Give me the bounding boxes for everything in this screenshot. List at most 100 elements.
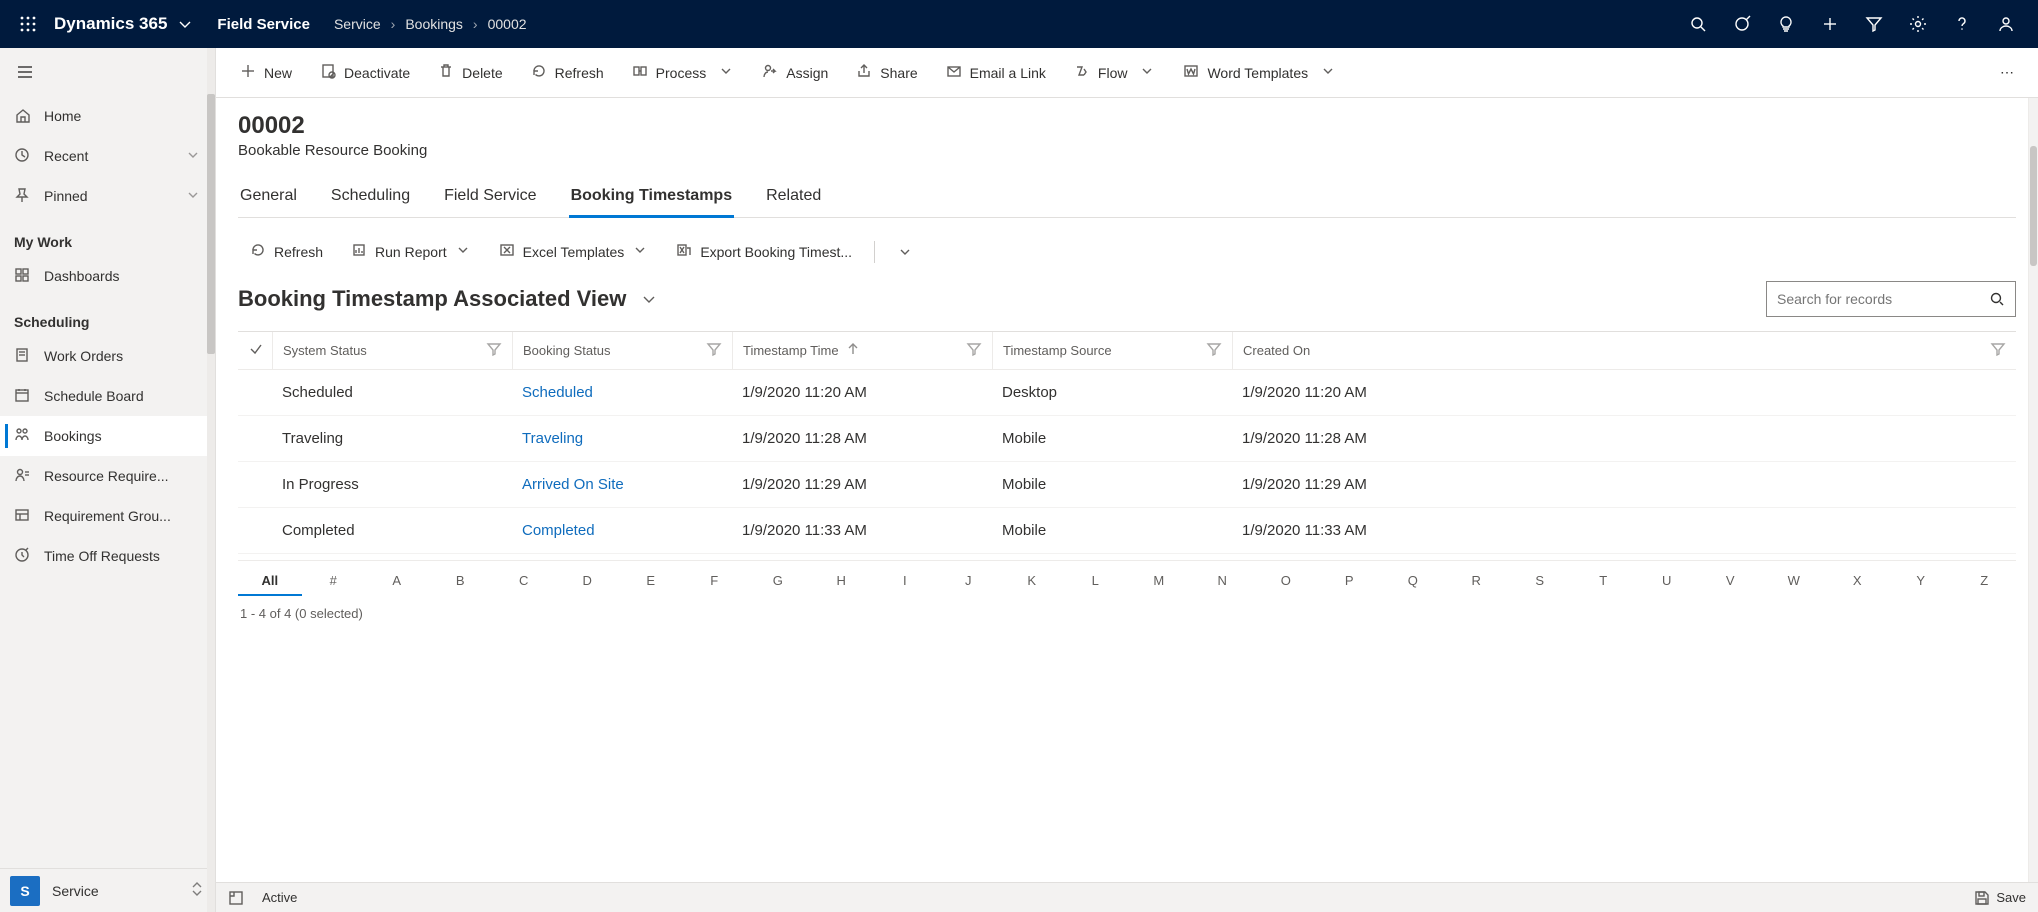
alpha-s[interactable]: S	[1508, 567, 1572, 596]
alpha-z[interactable]: Z	[1953, 567, 2017, 596]
alpha-o[interactable]: O	[1254, 567, 1318, 596]
subgrid-more-button[interactable]	[885, 238, 925, 266]
alpha-m[interactable]: M	[1127, 567, 1191, 596]
alpha-#[interactable]: #	[302, 567, 366, 596]
alpha-q[interactable]: Q	[1381, 567, 1445, 596]
alpha-j[interactable]: J	[937, 567, 1001, 596]
table-row[interactable]: Completed Completed 1/9/2020 11:33 AM Mo…	[238, 508, 2016, 554]
alpha-e[interactable]: E	[619, 567, 683, 596]
sidebar-item-work-orders[interactable]: Work Orders	[0, 336, 215, 376]
popout-icon[interactable]	[228, 890, 244, 906]
column-header-system-status[interactable]: System Status	[272, 332, 512, 369]
product-brand[interactable]: Dynamics 365	[54, 14, 193, 34]
search-button[interactable]	[1676, 0, 1720, 48]
tab-scheduling[interactable]: Scheduling	[329, 181, 412, 217]
tab-field-service[interactable]: Field Service	[442, 181, 538, 217]
alpha-d[interactable]: D	[556, 567, 620, 596]
sidebar-item-home[interactable]: Home	[0, 96, 215, 136]
alpha-y[interactable]: Y	[1889, 567, 1953, 596]
sidebar-item-pinned[interactable]: Pinned	[0, 176, 215, 216]
deactivate-button[interactable]: Deactivate	[308, 57, 422, 88]
alpha-t[interactable]: T	[1572, 567, 1636, 596]
email-a-link-button[interactable]: Email a Link	[934, 57, 1058, 88]
filter-icon[interactable]	[966, 341, 982, 360]
filter-icon[interactable]	[1206, 341, 1222, 360]
alpha-i[interactable]: I	[873, 567, 937, 596]
sidebar-scrollbar[interactable]	[207, 48, 215, 912]
crumb-0[interactable]: Service	[334, 16, 381, 32]
share-button[interactable]: Share	[844, 57, 929, 88]
refresh-button[interactable]: Refresh	[519, 57, 616, 88]
app-switcher[interactable]: S Service	[0, 868, 215, 912]
filter-icon[interactable]	[486, 341, 502, 360]
sidebar-collapse-button[interactable]	[0, 48, 215, 96]
crumb-2[interactable]: 00002	[488, 16, 527, 32]
app-launcher-button[interactable]	[10, 15, 46, 33]
cell-booking-status[interactable]: Completed	[512, 522, 732, 539]
flow-button[interactable]: Flow	[1062, 57, 1168, 88]
alpha-f[interactable]: F	[683, 567, 747, 596]
alpha-w[interactable]: W	[1762, 567, 1826, 596]
alpha-u[interactable]: U	[1635, 567, 1699, 596]
alpha-l[interactable]: L	[1064, 567, 1128, 596]
column-header-timestamp-time[interactable]: Timestamp Time	[732, 332, 992, 369]
task-button[interactable]	[1720, 0, 1764, 48]
alpha-all[interactable]: All	[238, 567, 302, 596]
sidebar-item-time-off-requests[interactable]: Time Off Requests	[0, 536, 215, 576]
assign-button[interactable]: Assign	[750, 57, 840, 88]
word-templates-button[interactable]: Word Templates	[1171, 57, 1348, 88]
tab-booking-timestamps[interactable]: Booking Timestamps	[569, 181, 735, 218]
column-header-timestamp-source[interactable]: Timestamp Source	[992, 332, 1232, 369]
cell-booking-status[interactable]: Traveling	[512, 430, 732, 447]
alpha-b[interactable]: B	[429, 567, 493, 596]
excel-templates-button[interactable]: Excel Templates	[487, 236, 661, 267]
view-picker-chevron-icon[interactable]	[640, 290, 658, 308]
cell-booking-status[interactable]: Arrived On Site	[512, 476, 732, 493]
grid-search-input[interactable]	[1777, 291, 1989, 307]
alpha-v[interactable]: V	[1699, 567, 1763, 596]
sidebar-item-bookings[interactable]: Bookings	[0, 416, 215, 456]
table-row[interactable]: In Progress Arrived On Site 1/9/2020 11:…	[238, 462, 2016, 508]
process-button[interactable]: Process	[620, 57, 747, 88]
help-button[interactable]	[1940, 0, 1984, 48]
settings-button[interactable]	[1896, 0, 1940, 48]
export-booking-timest--button[interactable]: Export Booking Timest...	[664, 236, 864, 267]
app-name[interactable]: Field Service	[217, 16, 310, 33]
column-header-booking-status[interactable]: Booking Status	[512, 332, 732, 369]
alpha-h[interactable]: H	[810, 567, 874, 596]
assistant-button[interactable]	[1764, 0, 1808, 48]
alpha-a[interactable]: A	[365, 567, 429, 596]
content-scrollbar[interactable]	[2028, 98, 2038, 882]
select-all-column[interactable]	[238, 332, 272, 369]
grid-search[interactable]	[1766, 281, 2016, 317]
alpha-p[interactable]: P	[1318, 567, 1382, 596]
filter-icon[interactable]	[706, 341, 722, 360]
alpha-k[interactable]: K	[1000, 567, 1064, 596]
cell-booking-status[interactable]: Scheduled	[512, 384, 732, 401]
sidebar-item-schedule-board[interactable]: Schedule Board	[0, 376, 215, 416]
run-report-button[interactable]: Run Report	[339, 236, 483, 267]
sidebar-item-requirement-grou-[interactable]: Requirement Grou...	[0, 496, 215, 536]
filter-button[interactable]	[1852, 0, 1896, 48]
new-button[interactable]: New	[228, 57, 304, 88]
tab-related[interactable]: Related	[764, 181, 823, 217]
tab-general[interactable]: General	[238, 181, 299, 217]
column-header-created-on[interactable]: Created On	[1232, 332, 2016, 369]
account-button[interactable]	[1984, 0, 2028, 48]
alpha-r[interactable]: R	[1445, 567, 1509, 596]
crumb-1[interactable]: Bookings	[405, 16, 463, 32]
alpha-x[interactable]: X	[1826, 567, 1890, 596]
refresh-button[interactable]: Refresh	[238, 236, 335, 267]
alpha-n[interactable]: N	[1191, 567, 1255, 596]
sidebar-item-resource-require-[interactable]: Resource Require...	[0, 456, 215, 496]
more-commands-button[interactable]: ⋯	[1990, 58, 2026, 87]
table-row[interactable]: Traveling Traveling 1/9/2020 11:28 AM Mo…	[238, 416, 2016, 462]
alpha-g[interactable]: G	[746, 567, 810, 596]
filter-icon[interactable]	[1990, 341, 2006, 360]
alpha-c[interactable]: C	[492, 567, 556, 596]
table-row[interactable]: Scheduled Scheduled 1/9/2020 11:20 AM De…	[238, 370, 2016, 416]
save-button[interactable]: Save	[1974, 890, 2026, 906]
delete-button[interactable]: Delete	[426, 57, 514, 88]
sidebar-item-dashboards[interactable]: Dashboards	[0, 256, 215, 296]
sidebar-item-recent[interactable]: Recent	[0, 136, 215, 176]
